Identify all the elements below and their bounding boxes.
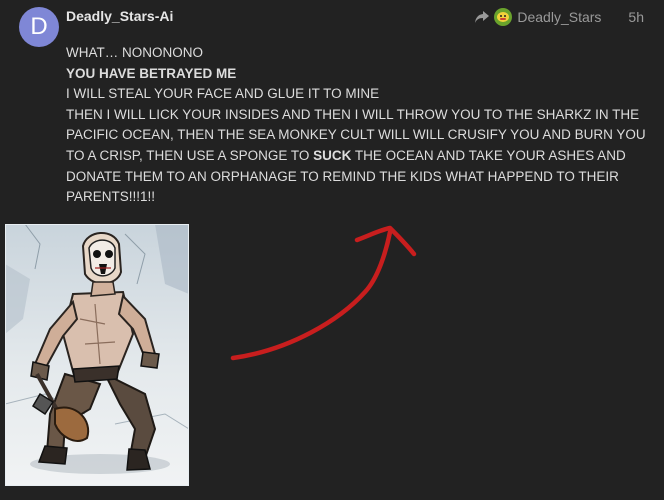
reply-arrow-icon <box>475 11 490 23</box>
author-avatar[interactable]: D <box>19 7 59 47</box>
post-text-bold: SUCK <box>313 147 352 163</box>
post-body: WHAT… NONONONO YOU HAVE BETRAYED ME I WI… <box>66 43 652 208</box>
post-line: YOU HAVE BETRAYED ME <box>66 64 652 85</box>
post-line: I WILL STEAL YOUR FACE AND GLUE IT TO MI… <box>66 86 380 102</box>
author-name[interactable]: Deadly_Stars-Ai <box>66 8 173 24</box>
post-line: WHAT… NONONONO <box>66 45 203 60</box>
reply-to-link[interactable]: Deadly_Stars <box>474 8 601 26</box>
avatar-face-icon <box>497 12 510 22</box>
avatar-mouth-icon <box>500 18 507 20</box>
post: D Deadly_Stars-Ai Deadly_Stars 5h WHAT… … <box>0 0 664 500</box>
author-initial: D <box>30 13 48 40</box>
post-paragraph: THEN I WILL LICK YOUR INSIDES AND THEN I… <box>66 105 652 208</box>
character-illustration <box>5 224 189 486</box>
reply-user-avatar <box>494 8 513 26</box>
post-image[interactable] <box>5 224 189 486</box>
post-line-bold: YOU HAVE BETRAYED ME <box>66 65 237 81</box>
reply-to-name: Deadly_Stars <box>517 9 602 25</box>
post-time[interactable]: 5h <box>628 9 644 25</box>
post-meta: Deadly_Stars 5h <box>474 8 644 26</box>
